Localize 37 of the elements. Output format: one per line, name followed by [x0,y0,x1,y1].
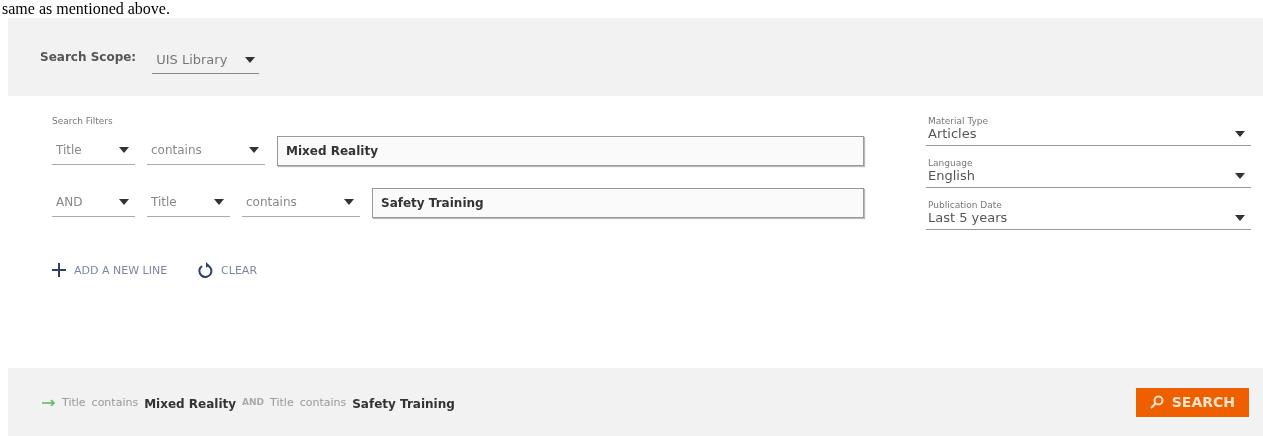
reset-icon [197,262,214,278]
clear-button[interactable]: CLEAR [197,262,258,278]
scope-dropdown[interactable]: UIS Library [152,48,260,74]
field-dropdown[interactable]: Title [52,137,135,165]
facet-dropdown[interactable]: Material Type Articles [926,116,1251,146]
facet-dropdown[interactable]: Publication Date Last 5 years [926,200,1251,230]
query-term-text: Safety Training [352,397,455,411]
search-button[interactable]: SEARCH [1135,387,1249,417]
boolean-dropdown[interactable]: AND [52,189,135,217]
caret-icon [119,147,129,153]
search-filters-label: Search Filters [52,116,114,126]
plus-icon [52,263,66,277]
caret-icon [249,147,259,153]
caption-text: same as mentioned above. [1,0,171,18]
query-term-text: Mixed Reality [144,397,237,411]
caret-icon [245,56,256,63]
add-line-button[interactable]: ADD A NEW LINE [52,262,168,278]
query-operator-text: contains [299,395,347,409]
caret-icon [119,199,129,205]
caret-icon [1235,214,1245,221]
query-boolean-text: AND [242,397,265,407]
facet-dropdown[interactable]: Language English [926,158,1251,188]
caret-icon [1235,172,1245,179]
field-dropdown[interactable]: Title [147,189,230,217]
search-scope-label: Search Scope: [40,50,137,64]
caret-icon [1235,130,1245,137]
operator-dropdown[interactable]: contains [147,137,265,165]
arrow-icon [42,398,56,406]
query-field-text: Title [62,395,86,409]
query-operator-text: contains [91,395,139,409]
operator-dropdown[interactable]: contains [242,189,360,217]
search-term-field[interactable]: Mixed Reality [277,136,864,166]
caret-icon [214,199,224,205]
search-icon [1149,395,1164,409]
query-field-text: Title [270,395,294,409]
caret-icon [344,199,354,205]
search-term-field[interactable]: Safety Training [372,188,864,218]
